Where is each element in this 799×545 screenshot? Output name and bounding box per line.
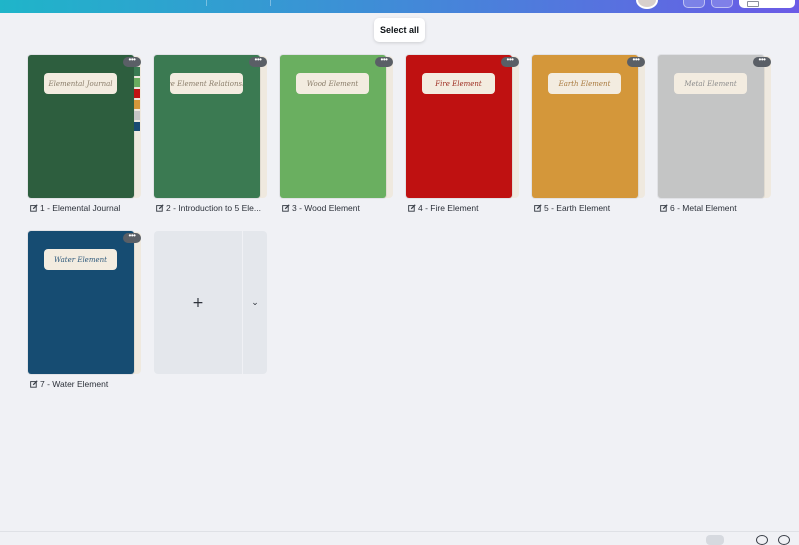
cover-title: Earth Element xyxy=(548,73,621,94)
cover-title: Fire Element xyxy=(422,73,495,94)
edit-icon xyxy=(660,204,668,212)
page-caption[interactable]: 5 - Earth Element xyxy=(534,203,646,213)
more-options-button[interactable]: ••• xyxy=(375,56,393,67)
share-button[interactable] xyxy=(739,0,795,8)
page-cover: Five Element Relationship xyxy=(154,55,260,198)
page-caption[interactable]: 1 - Elemental Journal xyxy=(30,203,142,213)
fullscreen-icon[interactable] xyxy=(778,535,790,545)
add-page-tile: + ⌄ xyxy=(154,231,267,374)
footer-divider xyxy=(0,531,799,532)
page-title: 2 - Introduction to 5 Ele... xyxy=(166,203,261,213)
toolbar-divider xyxy=(270,0,271,6)
color-tab xyxy=(134,100,140,109)
page-title: 5 - Earth Element xyxy=(544,203,611,213)
edit-icon xyxy=(30,380,38,388)
grid-view-icon[interactable] xyxy=(706,535,724,545)
more-options-button[interactable]: ••• xyxy=(753,56,771,67)
add-page-button[interactable]: + xyxy=(154,231,242,374)
page-cover: Elemental Journal xyxy=(28,55,134,198)
edit-icon xyxy=(408,204,416,212)
page-title: 6 - Metal Element xyxy=(670,203,737,213)
avatar[interactable] xyxy=(636,0,658,9)
page-caption[interactable]: 2 - Introduction to 5 Ele... xyxy=(156,203,268,213)
chevron-down-icon[interactable]: ⌄ xyxy=(243,231,267,374)
more-options-button[interactable]: ••• xyxy=(123,232,141,243)
page-cover: Metal Element xyxy=(658,55,764,198)
cover-title: Elemental Journal xyxy=(44,73,117,94)
edit-icon xyxy=(534,204,542,212)
page-cover: Water Element xyxy=(28,231,134,374)
cover-title: Wood Element xyxy=(296,73,369,94)
color-tab xyxy=(134,89,140,98)
toolbar-divider xyxy=(206,0,207,6)
page-title: 3 - Wood Element xyxy=(292,203,360,213)
page-title: 4 - Fire Element xyxy=(418,203,479,213)
help-icon[interactable] xyxy=(756,535,768,545)
more-options-button[interactable]: ••• xyxy=(249,56,267,67)
edit-icon xyxy=(282,204,290,212)
color-tab xyxy=(134,122,140,131)
cover-title: Metal Element xyxy=(674,73,747,94)
more-options-button[interactable]: ••• xyxy=(501,56,519,67)
page-caption[interactable]: 3 - Wood Element xyxy=(282,203,394,213)
color-tab xyxy=(134,111,140,120)
top-toolbar xyxy=(0,0,799,13)
more-options-button[interactable]: ••• xyxy=(627,56,645,67)
cover-title: Five Element Relationship xyxy=(170,73,243,94)
edit-icon xyxy=(156,204,164,212)
page-cover: Fire Element xyxy=(406,55,512,198)
toolbar-present-button[interactable] xyxy=(711,0,733,8)
toolbar-chart-button[interactable] xyxy=(683,0,705,8)
page-title: 1 - Elemental Journal xyxy=(40,203,121,213)
page-cover: Wood Element xyxy=(280,55,386,198)
page-caption[interactable]: 6 - Metal Element xyxy=(660,203,772,213)
page-cover: Earth Element xyxy=(532,55,638,198)
select-all-button[interactable]: Select all xyxy=(374,18,425,42)
page-title: 7 - Water Element xyxy=(40,379,109,389)
more-options-button[interactable]: ••• xyxy=(123,56,141,67)
color-tab xyxy=(134,67,140,76)
page-caption[interactable]: 4 - Fire Element xyxy=(408,203,520,213)
cover-title: Water Element xyxy=(44,249,117,270)
edit-icon xyxy=(30,204,38,212)
color-tab xyxy=(134,78,140,87)
page-caption[interactable]: 7 - Water Element xyxy=(30,379,142,389)
color-tabs xyxy=(134,67,140,133)
